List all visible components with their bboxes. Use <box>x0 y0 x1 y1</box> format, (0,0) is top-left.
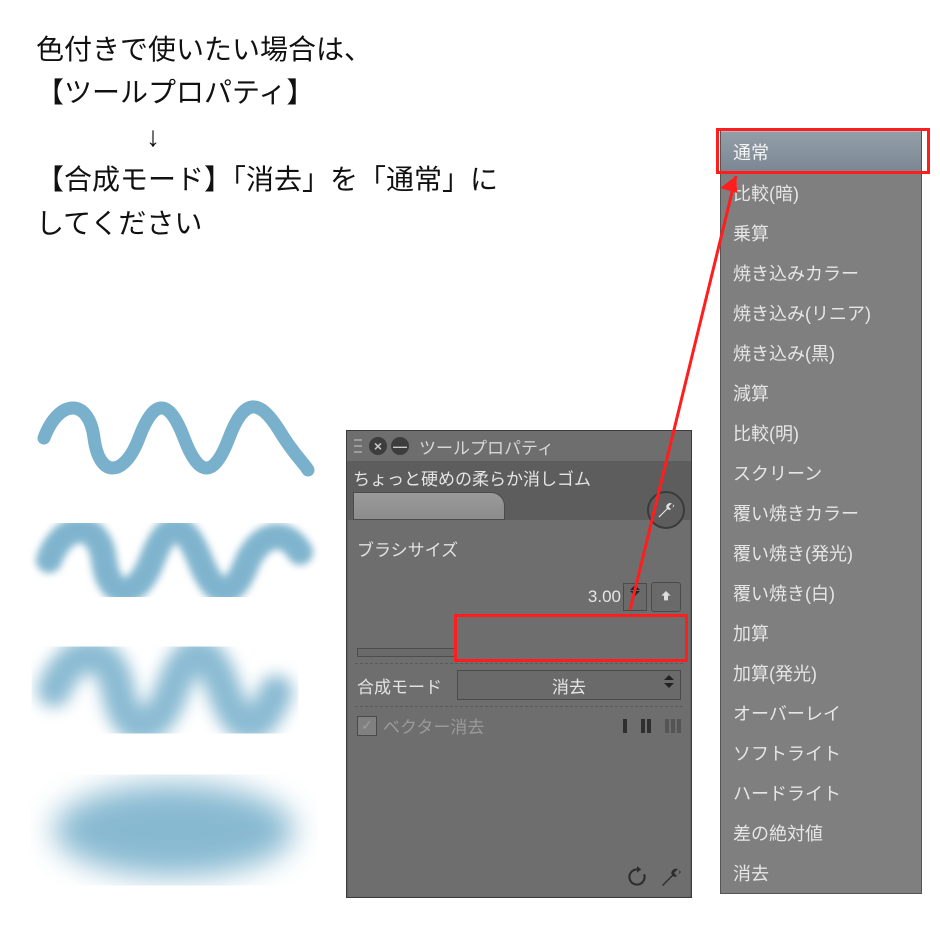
vector-erase-label: ベクター消去 <box>383 713 484 738</box>
blend-mode-label: 合成モード <box>357 673 447 698</box>
close-icon[interactable]: × <box>369 437 387 455</box>
blend-mode-combo[interactable]: 消去 <box>457 670 681 700</box>
blend-mode-row: 合成モード 消去 <box>355 663 683 706</box>
brush-size-slot[interactable] <box>357 648 455 657</box>
vector-erase-mode-icons[interactable] <box>623 719 681 733</box>
arrow-annotation <box>620 150 760 630</box>
instr-arrow: ↓ <box>146 115 160 158</box>
vector-erase-checkbox[interactable]: ✓ <box>357 716 377 736</box>
blend-mode-option[interactable]: 消去 <box>721 853 921 893</box>
sub-tool-name: ちょっと硬めの柔らか消しゴム <box>353 470 591 489</box>
brush-preview <box>353 492 505 520</box>
refresh-icon[interactable] <box>621 861 653 893</box>
wrench-footer-icon[interactable] <box>655 861 687 893</box>
blend-mode-option[interactable]: ハードライト <box>721 773 921 813</box>
brush-size-label: ブラシサイズ <box>357 536 458 646</box>
brush-size-value[interactable]: 3.00 <box>588 587 623 607</box>
blend-mode-option[interactable]: 加算(発光) <box>721 653 921 693</box>
instr-line1: 色付きで使いたい場合は、 <box>36 34 372 65</box>
instruction-text: 色付きで使いたい場合は、 【ツールプロパティ】 ↓ 【合成モード】「消去」を「通… <box>36 28 498 245</box>
blend-mode-value: 消去 <box>552 673 586 698</box>
blend-mode-option[interactable]: 差の絶対値 <box>721 813 921 853</box>
instr-line2: 【ツールプロパティ】 <box>36 77 314 108</box>
blend-mode-option[interactable]: ソフトライト <box>721 733 921 773</box>
vector-erase-row: ✓ ベクター消去 <box>355 706 683 744</box>
panel-footer <box>621 861 687 893</box>
brush-samples <box>24 380 324 900</box>
instr-line4: してください <box>36 208 202 239</box>
blend-mode-option[interactable]: オーバーレイ <box>721 693 921 733</box>
panel-title: ツールプロパティ <box>419 434 554 459</box>
instr-line3: 【合成モード】「消去」を「通常」に <box>36 164 498 195</box>
panel-grip-icon[interactable] <box>351 437 365 455</box>
minimize-icon[interactable]: — <box>391 437 409 455</box>
